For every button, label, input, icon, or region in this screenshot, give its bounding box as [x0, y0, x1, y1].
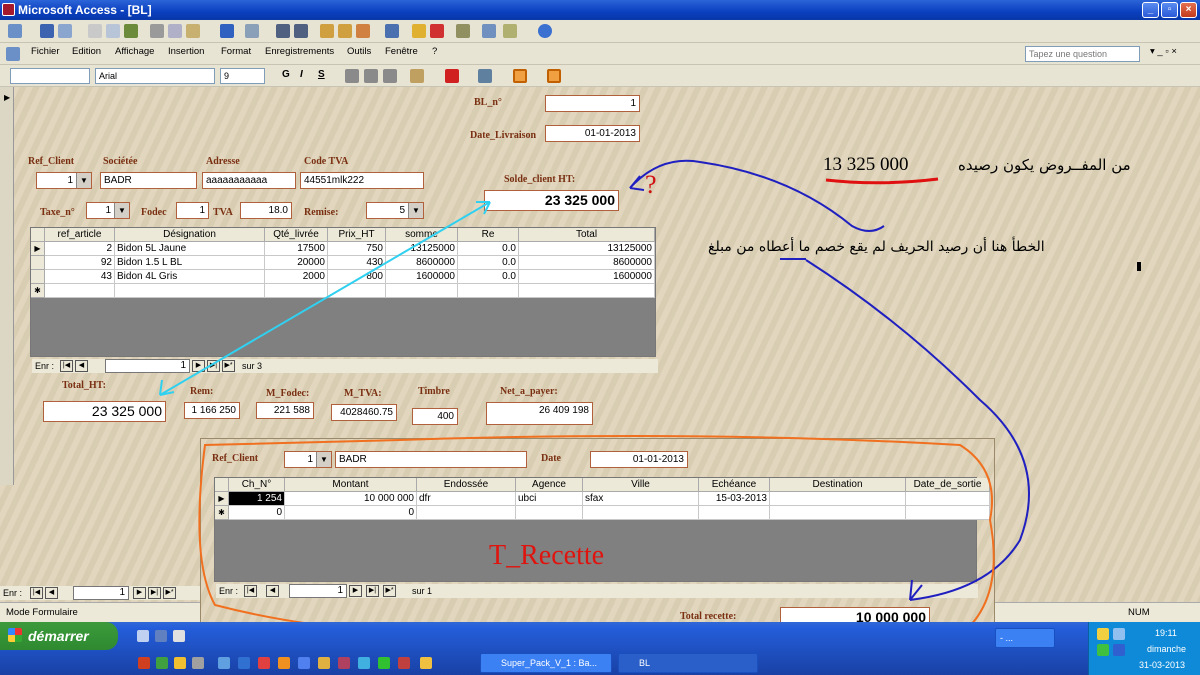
tray-app-icon-11[interactable]	[338, 657, 350, 669]
taskbar: démarrer Super_Pack_V_1 : Ba... BL - ...…	[0, 622, 1200, 675]
tray-app-icon-12[interactable]	[358, 657, 370, 669]
clock-time[interactable]: 19:11	[1155, 628, 1177, 638]
clock-date: 31-03-2013	[1139, 660, 1186, 670]
tray-app-icon-9[interactable]	[298, 657, 310, 669]
arrow-solde-total	[159, 201, 491, 396]
task-hidden[interactable]: - ...	[995, 628, 1055, 648]
task-super-pack[interactable]: Super_Pack_V_1 : Ba...	[480, 653, 612, 673]
system-tray: 19:11 dimanche 31-03-2013	[1088, 622, 1200, 675]
tray-app-icon-3[interactable]	[174, 657, 186, 669]
expected-value-underline	[825, 177, 939, 185]
tray-app-icon-5[interactable]	[218, 657, 230, 669]
quicklaunch-explorer-icon[interactable]	[155, 630, 167, 642]
tray-app-icon-7[interactable]	[258, 657, 270, 669]
quicklaunch-desktop-icon[interactable]	[137, 630, 149, 642]
arrowhead-solde	[629, 175, 645, 191]
tray-app-icon-10[interactable]	[318, 657, 330, 669]
tray-app-icon-15[interactable]	[420, 657, 432, 669]
clock-day: dimanche	[1147, 644, 1187, 654]
arrow-to-solde	[629, 159, 885, 232]
quicklaunch-ie-icon[interactable]	[173, 630, 185, 642]
tray-app-icon-13[interactable]	[378, 657, 390, 669]
arrow-to-total-recette	[805, 259, 1030, 601]
tray-app-icon-6[interactable]	[238, 657, 250, 669]
tray-app-icon-14[interactable]	[398, 657, 410, 669]
arrowhead-recette	[909, 579, 923, 601]
start-button[interactable]: démarrer	[0, 622, 118, 650]
task-bl[interactable]: BL	[618, 653, 758, 673]
recette-highlight-circle	[198, 435, 995, 643]
tray-app-icon-1[interactable]	[138, 657, 150, 669]
tray-network-icon[interactable]	[1097, 628, 1109, 640]
tray-volume-icon[interactable]	[1113, 628, 1125, 640]
annotation-overlay	[159, 159, 1030, 643]
tray-app-icon-4[interactable]	[192, 657, 204, 669]
tray-update-icon[interactable]	[1113, 644, 1125, 656]
tray-app-icon-8[interactable]	[278, 657, 290, 669]
tray-security-icon[interactable]	[1097, 644, 1109, 656]
windows-logo-icon	[8, 628, 22, 642]
start-label: démarrer	[28, 628, 89, 644]
tray-app-icon-2[interactable]	[156, 657, 168, 669]
